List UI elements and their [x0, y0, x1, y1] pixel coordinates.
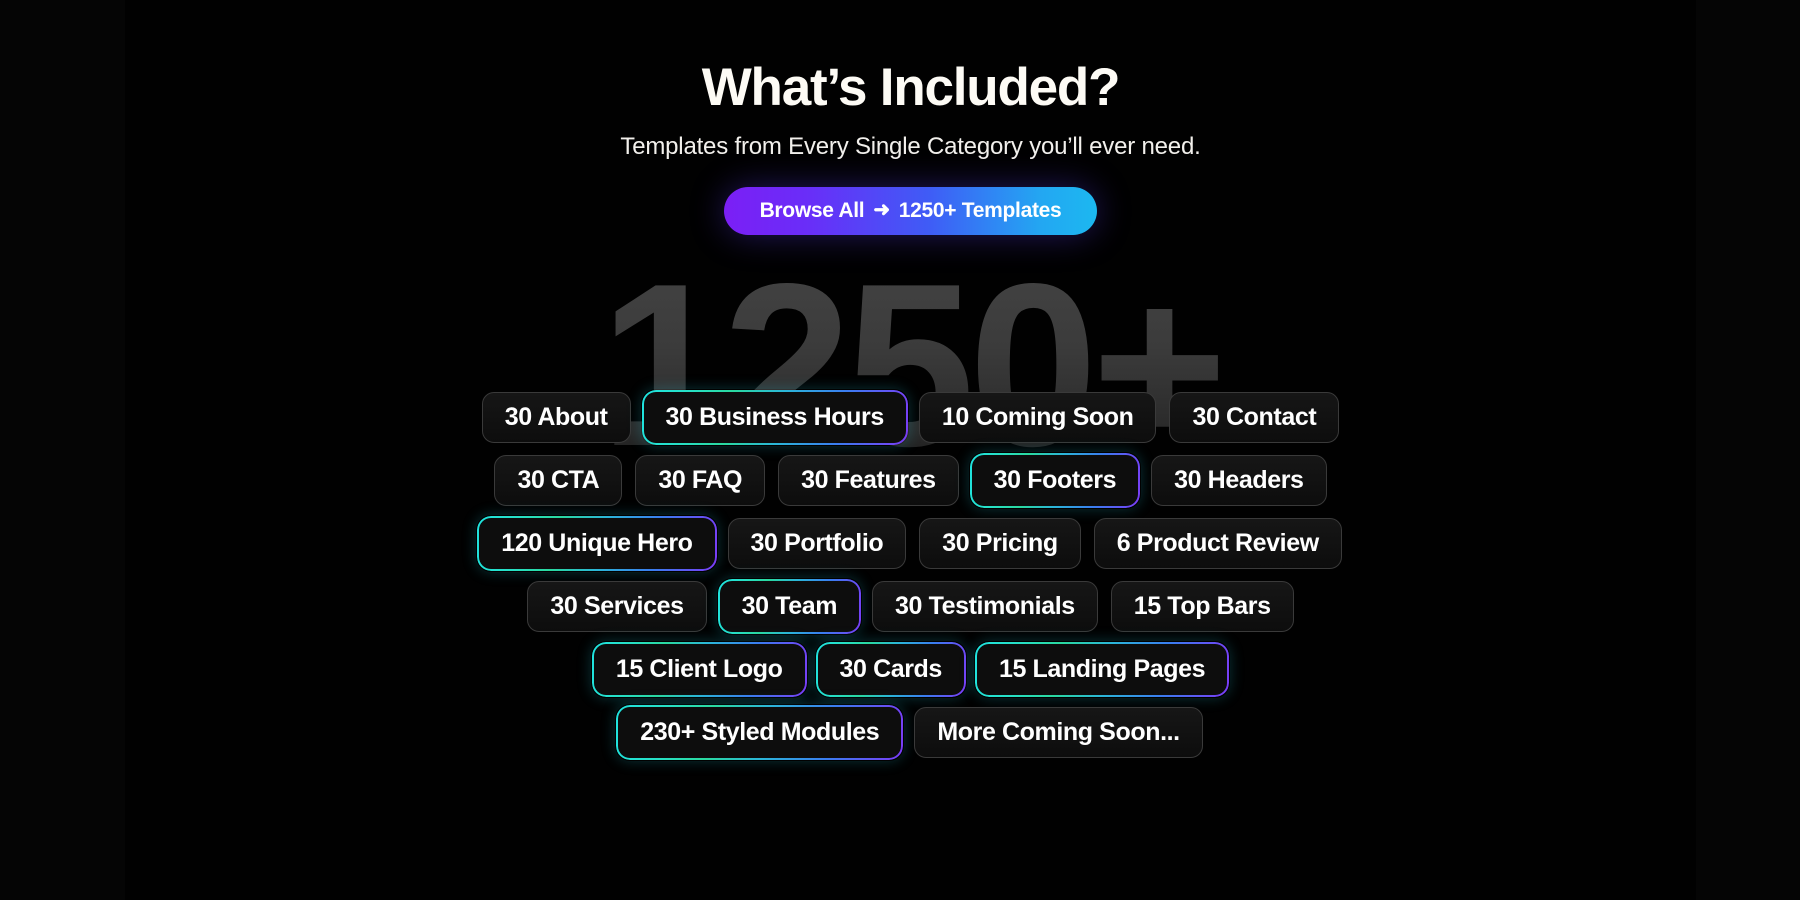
cta-label-before: Browse All — [759, 199, 865, 223]
category-tag-label: More Coming Soon... — [937, 718, 1180, 747]
category-tag[interactable]: 120 Unique Hero — [479, 518, 715, 570]
category-tag[interactable]: 30 Features — [778, 455, 959, 507]
category-tag-label: 30 Team — [741, 592, 838, 621]
category-tag-label: 30 Headers — [1174, 466, 1304, 495]
category-tag[interactable]: 30 Business Hours — [643, 392, 906, 444]
arrow-right-icon: ➜ — [873, 199, 890, 222]
category-tag-label: 30 Portfolio — [750, 529, 884, 558]
category-tag-label: 230+ Styled Modules — [640, 718, 880, 747]
category-tag-label: 30 Testimonials — [895, 592, 1075, 621]
template-category-row: 15 Client Logo 30 Cards 15 Landing Pages — [593, 644, 1228, 696]
letterbox-right — [1696, 0, 1800, 900]
section-header: What’s Included? Templates from Every Si… — [125, 0, 1696, 236]
category-tag[interactable]: More Coming Soon... — [914, 707, 1203, 759]
category-tag[interactable]: 30 Testimonials — [872, 581, 1098, 633]
category-tag[interactable]: 30 FAQ — [635, 455, 766, 507]
template-category-row: 120 Unique Hero 30 Portfolio 30 Pricing 6 P… — [479, 518, 1342, 570]
page-title: What’s Included? — [701, 58, 1121, 117]
category-tag-label: 30 Cards — [839, 655, 943, 684]
category-tag[interactable]: 30 Headers — [1151, 455, 1327, 507]
template-category-row: 230+ Styled Modules More Coming Soon... — [618, 707, 1203, 759]
category-tag-label: 30 Features — [801, 466, 936, 495]
category-tag[interactable]: 30 Team — [719, 581, 860, 633]
category-tag-label: 30 Footers — [993, 466, 1117, 495]
category-tag[interactable]: 30 CTA — [494, 455, 623, 507]
category-tag[interactable]: 30 Portfolio — [727, 518, 907, 570]
cta-label-after: 1250+ Templates — [898, 199, 1062, 223]
category-tag-label: 30 Services — [550, 592, 684, 621]
category-tag[interactable]: 30 Footers — [971, 455, 1139, 507]
category-tag-label: 120 Unique Hero — [501, 529, 693, 558]
page-root: 1250+ What’s Included? Templates from Ev… — [0, 0, 1800, 900]
category-tag[interactable]: 15 Top Bars — [1110, 581, 1294, 633]
category-tag[interactable]: 30 Pricing — [919, 518, 1081, 570]
cta-wrapper: Browse All ➜ 1250+ Templates — [125, 187, 1696, 236]
category-tag-label: 30 About — [504, 403, 608, 432]
category-tag-label: 30 Contact — [1192, 403, 1317, 432]
category-tag[interactable]: 30 About — [481, 392, 631, 444]
category-tag-label: 6 Product Review — [1116, 529, 1319, 558]
category-tag[interactable]: 6 Product Review — [1093, 518, 1342, 570]
browse-all-button[interactable]: Browse All ➜ 1250+ Templates — [723, 187, 1098, 236]
category-tag-label: 30 CTA — [517, 466, 600, 495]
category-tag[interactable]: 30 Contact — [1169, 392, 1340, 444]
template-category-row: 30 About 30 Business Hours 10 Coming Soon 3… — [481, 392, 1340, 444]
category-tag[interactable]: 15 Landing Pages — [976, 644, 1228, 696]
template-category-row: 30 Services 30 Team 30 Testimonials 15 Top … — [527, 581, 1294, 633]
category-tag-label: 30 FAQ — [658, 466, 743, 495]
category-tag[interactable]: 30 Cards — [817, 644, 964, 696]
category-tag[interactable]: 10 Coming Soon — [918, 392, 1157, 444]
letterbox-left — [0, 0, 125, 900]
content-stage: 1250+ What’s Included? Templates from Ev… — [125, 0, 1696, 900]
category-tag-label: 10 Coming Soon — [941, 403, 1134, 432]
template-category-row: 30 CTA 30 FAQ 30 Features 30 Footers 30 Head… — [494, 455, 1327, 507]
category-tag-label: 30 Business Hours — [665, 403, 885, 432]
category-tag[interactable]: 230+ Styled Modules — [618, 707, 902, 759]
template-category-list: 30 About 30 Business Hours 10 Coming Soon 3… — [125, 392, 1696, 759]
page-subtitle: Templates from Every Single Category you… — [620, 133, 1201, 161]
category-tag[interactable]: 15 Client Logo — [593, 644, 805, 696]
category-tag-label: 15 Landing Pages — [998, 655, 1206, 684]
category-tag[interactable]: 30 Services — [527, 581, 707, 633]
category-tag-label: 30 Pricing — [942, 529, 1058, 558]
category-tag-label: 15 Client Logo — [615, 655, 783, 684]
category-tag-label: 15 Top Bars — [1133, 592, 1271, 621]
